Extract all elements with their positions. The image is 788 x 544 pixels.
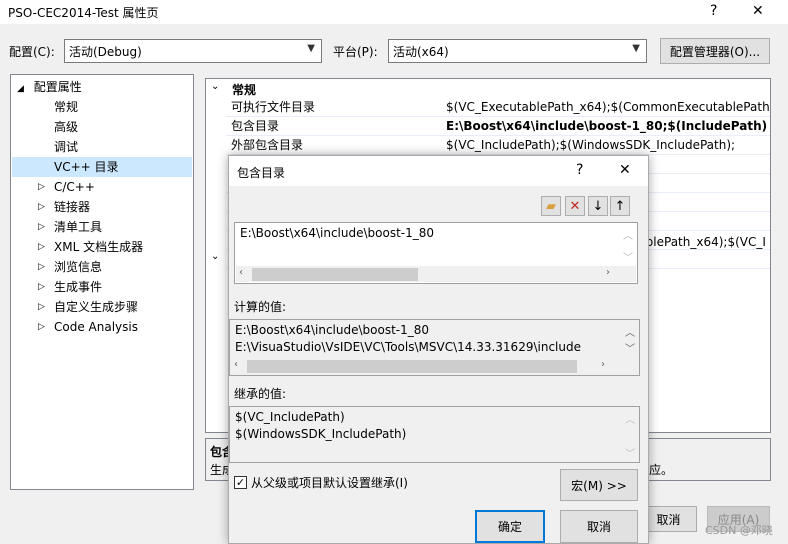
property-row[interactable]: 外部包含目录 $(VC_IncludePath);$(WindowsSDK_Inc…: [226, 136, 770, 155]
property-value: $(VC_ExecutablePath_x64);$(CommonExecuta…: [446, 100, 771, 114]
collapsed-icon: ▷: [38, 222, 45, 232]
tree-root[interactable]: ◢ 配置属性: [17, 77, 82, 97]
dialog-close-button[interactable]: ✕: [619, 162, 631, 178]
macros-button[interactable]: 宏(M) >>: [560, 469, 638, 501]
property-value: $(VC_IncludePath);$(WindowsSDK_IncludePa…: [446, 138, 736, 152]
property-row[interactable]: 包含目录 E:\Boost\x64\include\boost-1_80;$(In…: [226, 117, 770, 136]
entries-list[interactable]: E:\Boost\x64\include\boost-1_80 ︿ ﹀ ‹ ›: [234, 222, 638, 284]
dialog-cancel-button[interactable]: 取消: [560, 510, 638, 543]
collapsed-icon: ▷: [38, 182, 45, 192]
watermark: CSDN @邓晓: [705, 524, 773, 537]
horizontal-scrollbar[interactable]: ‹ ›: [236, 266, 636, 282]
scroll-down-icon[interactable]: ﹀: [625, 340, 635, 355]
config-select[interactable]: 活动(Debug) ▼: [64, 39, 322, 63]
chevron-down-icon: ▼: [307, 43, 315, 54]
platform-value: 活动(x64): [393, 45, 449, 59]
property-value: E:\Boost\x64\include\boost-1_80;$(Includ…: [446, 119, 768, 133]
scroll-down-icon[interactable]: ﹀: [625, 445, 635, 460]
tree-item-label: 链接器: [54, 200, 91, 214]
delete-icon[interactable]: ✕: [565, 196, 585, 216]
property-tree[interactable]: ◢ 配置属性 常规高级调试 VC++ 目录 ▷ C/C++ ▷ 链接器 ▷ 清单工具 ▷ XML …: [10, 74, 194, 490]
title-bar: PSO-CEC2014-Test 属性页 ? ✕: [0, 0, 788, 24]
ok-button[interactable]: 确定: [475, 510, 545, 543]
tree-item-label: 常规: [54, 100, 79, 114]
tree-item-label: 浏览信息: [54, 260, 103, 274]
chevron-down-icon[interactable]: ⌄: [211, 81, 219, 92]
tree-item-label: VC++ 目录: [54, 160, 119, 174]
chevron-down-icon[interactable]: ⌄: [211, 251, 219, 262]
collapsed-icon: ▷: [38, 322, 45, 332]
help-button[interactable]: ?: [710, 3, 717, 19]
dialog-title-bar: 包含目录 ? ✕: [229, 156, 648, 186]
tree-item-label: 生成事件: [54, 280, 103, 294]
inherited-list[interactable]: $(VC_IncludePath) $(WindowsSDK_IncludePat…: [229, 406, 640, 463]
list-item[interactable]: $(VC_IncludePath): [230, 409, 639, 426]
tree-item-label: 自定义生成步骤: [54, 300, 139, 314]
collapsed-icon: ▷: [38, 302, 45, 312]
scroll-up-icon[interactable]: ︿: [623, 227, 633, 242]
collapsed-icon: ▷: [38, 242, 45, 252]
property-row[interactable]: 可执行文件目录 $(VC_ExecutablePath_x64);$(Common…: [226, 98, 770, 117]
tree-item-label: C/C++: [54, 180, 95, 194]
platform-label: 平台(P):: [333, 45, 378, 59]
collapsed-icon: ▷: [38, 262, 45, 272]
expanded-icon: ◢: [17, 84, 24, 94]
checkbox-checked-icon: ✓: [234, 476, 247, 489]
computed-label: 计算的值:: [234, 300, 287, 314]
tree-root-label: 配置属性: [33, 80, 82, 94]
dialog-help-button[interactable]: ?: [576, 162, 583, 178]
tree-item-label: 调试: [54, 140, 79, 154]
list-item[interactable]: E:\Boost\x64\include\boost-1_80: [235, 225, 637, 242]
description-tail: 应。: [649, 463, 674, 477]
inherit-checkbox[interactable]: ✓ 从父级或项目默认设置继承(I): [234, 474, 408, 491]
move-up-icon[interactable]: ↑: [610, 196, 630, 216]
close-button[interactable]: ✕: [752, 3, 764, 19]
inherit-checkbox-label: 从父级或项目默认设置继承(I): [251, 476, 408, 490]
include-directories-dialog: 包含目录 ? ✕ ▰ ✕ ↓ ↑ E:\Boost\x64\include\bo…: [228, 155, 649, 544]
move-down-icon[interactable]: ↓: [588, 196, 608, 216]
collapsed-icon: ▷: [38, 282, 45, 292]
config-label: 配置(C):: [9, 45, 55, 59]
scroll-down-icon[interactable]: ﹀: [623, 249, 633, 264]
inherited-label: 继承的值:: [234, 387, 287, 401]
config-manager-button[interactable]: 配置管理器(O)...: [660, 38, 770, 64]
new-folder-icon[interactable]: ▰: [541, 196, 561, 216]
chevron-down-icon: ▼: [632, 43, 640, 54]
platform-select[interactable]: 活动(x64) ▼: [388, 39, 647, 63]
horizontal-scrollbar[interactable]: ‹ ›: [231, 358, 625, 374]
tree-item-label: 清单工具: [54, 220, 103, 234]
property-name: 外部包含目录: [231, 138, 304, 152]
property-name: 包含目录: [231, 119, 280, 133]
dialog-title: 包含目录: [237, 166, 286, 180]
tree-item-label: Code Analysis: [54, 320, 138, 334]
tree-item-label: XML 文档生成器: [54, 240, 144, 254]
window-title: PSO-CEC2014-Test 属性页: [8, 6, 159, 20]
scroll-up-icon[interactable]: ︿: [625, 324, 635, 339]
list-item[interactable]: $(WindowsSDK_IncludePath): [230, 426, 639, 443]
scroll-up-icon[interactable]: ︿: [625, 411, 635, 426]
property-name: 可执行文件目录: [231, 100, 316, 114]
list-item[interactable]: E:\VisuaStudio\VsIDE\VC\Tools\MSVC\14.33…: [230, 339, 639, 356]
list-item[interactable]: E:\Boost\x64\include\boost-1_80: [230, 322, 639, 339]
section-header: 常规: [232, 83, 257, 97]
tree-item-label: 高级: [54, 120, 79, 134]
config-value: 活动(Debug): [69, 45, 142, 59]
computed-list[interactable]: E:\Boost\x64\include\boost-1_80 E:\VisuaS…: [229, 319, 640, 376]
collapsed-icon: ▷: [38, 202, 45, 212]
tree-item[interactable]: VC++ 目录: [12, 157, 192, 177]
